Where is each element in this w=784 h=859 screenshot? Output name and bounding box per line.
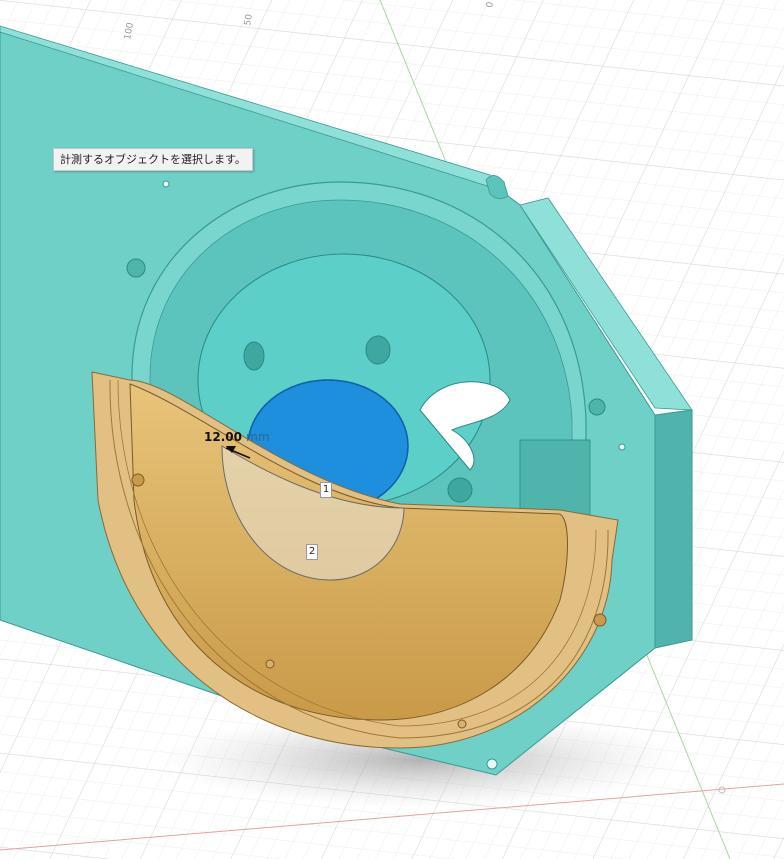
mount-hole xyxy=(486,758,498,770)
dimension-value: 12.00 xyxy=(204,430,242,444)
pick-marker-1[interactable]: 1 xyxy=(320,482,332,498)
mount-hole xyxy=(618,443,626,451)
model-canvas[interactable]: 100 50 0 xyxy=(0,0,784,859)
measure-tooltip: 計測するオブジェクトを選択します。 xyxy=(53,148,253,171)
dimension-label: 12.00 mm xyxy=(204,430,270,444)
bolt-hole xyxy=(243,341,265,371)
cover-hole xyxy=(131,473,145,487)
dimension-unit: mm xyxy=(246,430,270,444)
pick-marker-2[interactable]: 2 xyxy=(306,544,318,560)
mount-hole xyxy=(588,398,606,416)
cover-hole xyxy=(457,719,467,729)
mount-hole xyxy=(126,258,146,278)
ruler-label: 50 xyxy=(243,13,255,26)
cover-hole xyxy=(265,659,275,669)
plate-side-face xyxy=(654,409,693,649)
cover-hole xyxy=(593,613,607,627)
mount-hole xyxy=(162,180,170,188)
3d-viewport[interactable]: 100 50 0 計測するオブジェクトを選択します。 12.00 mm 1 2 xyxy=(0,0,784,859)
hub-slot xyxy=(519,439,591,521)
bolt-hole xyxy=(365,335,391,365)
bolt-hole xyxy=(447,477,473,503)
